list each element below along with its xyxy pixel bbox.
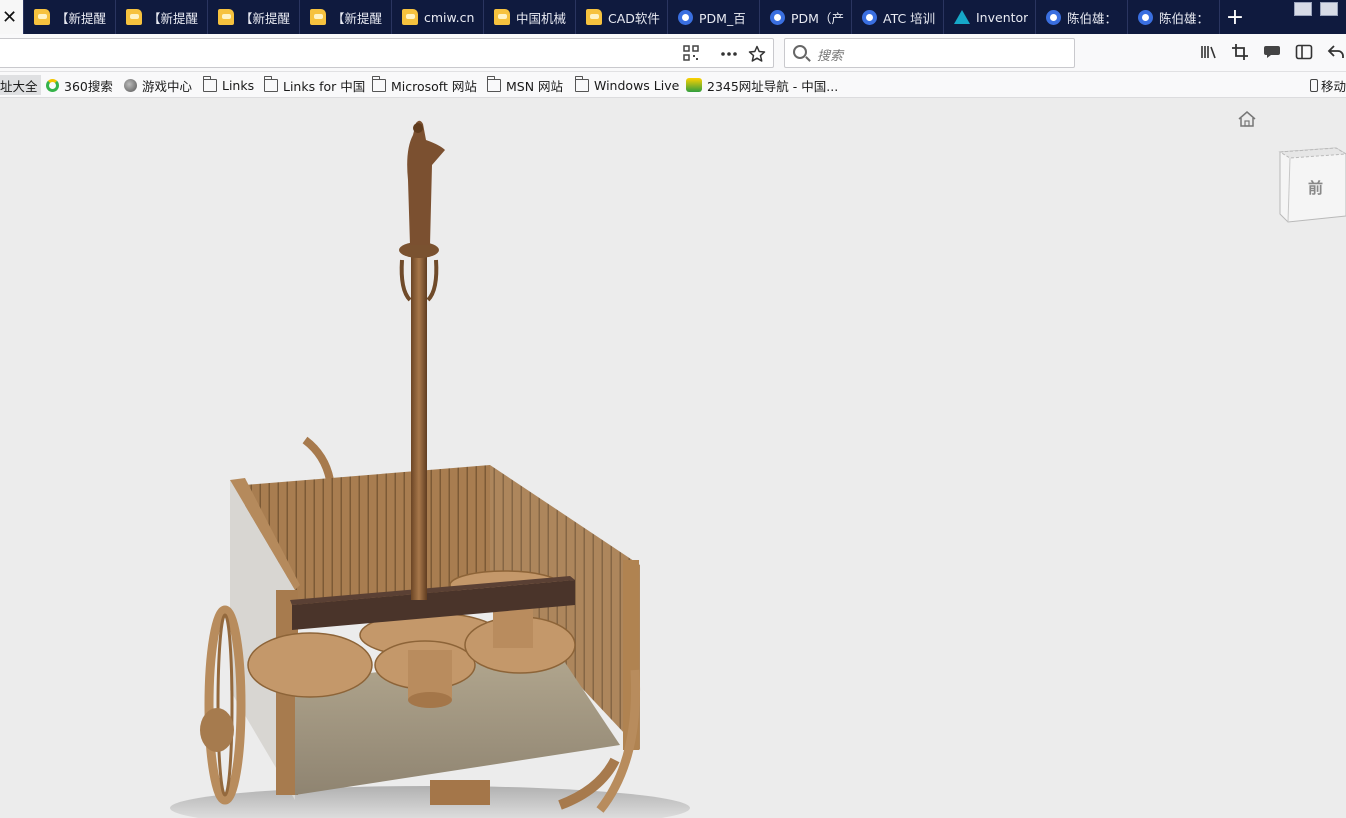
viewcube-face-label: 前 [1308,179,1323,197]
folder-icon [202,75,217,92]
bookmark-item[interactable]: MSN 网站 [486,75,564,95]
close-icon[interactable]: ✕ [2,7,17,28]
view-cube[interactable]: 前 [1276,146,1346,230]
browser-tab[interactable]: PDM（产 [760,0,852,34]
bookmark-label: 360搜索 [64,78,113,94]
bookmark-label: 址大全 [0,78,38,94]
tab-title: cmiw.cn [424,9,475,25]
bookmark-item[interactable]: 游戏中心 [124,75,192,95]
browser-tab[interactable]: 陈伯雄： [1128,0,1220,34]
tab-strip: ✕ 【新提醒 【新提醒 【新提醒 【新提醒 cmiw.cn 中国机械 CAD软件 PDM_百 P… [0,0,1346,34]
mobile-bookmarks-label: 移动 [1321,78,1346,94]
folder-icon [494,9,510,25]
bookmark-item[interactable]: 址大全 [0,75,41,95]
address-bar[interactable] [0,38,774,68]
baidu-paw-icon [1046,9,1061,25]
baidu-paw-icon [862,9,877,25]
tab-title: 【新提醒 [332,10,383,26]
360-icon [46,78,59,92]
folder-icon [34,9,50,25]
navigation-toolbar: 搜索 [0,34,1346,72]
folder-icon [486,75,501,92]
browser-tab[interactable]: 【新提醒 [116,0,208,34]
undo-arrow-icon[interactable] [1325,43,1346,63]
folder-icon [263,75,278,92]
folder-icon [371,75,386,92]
bookmark-label: 游戏中心 [142,78,193,94]
chat-bubble-icon[interactable] [1261,43,1283,63]
bookmarks-toolbar: 址大全 360搜索 游戏中心 Links Links for 中国 Microsoft 网… [0,72,1346,98]
bookmark-label: Links [222,77,255,93]
tab-title: 中国机械 [516,10,567,26]
2345-icon [686,78,702,92]
tab-title: 【新提醒 [240,10,291,26]
browser-tab[interactable]: 【新提醒 [24,0,116,34]
browser-tab[interactable]: Inventor [944,0,1036,34]
search-box[interactable]: 搜索 [784,38,1075,68]
tab-title: 【新提醒 [56,10,107,26]
bookmark-label: 2345网址导航 - 中国... [707,78,839,94]
bookmark-item[interactable]: Links [202,75,255,95]
bookmark-item[interactable]: Windows Live [574,75,680,95]
autodesk-icon [954,10,970,24]
tab-title: 陈伯雄： [1067,10,1118,26]
tab-title: CAD软件 [608,10,660,26]
model-viewer-canvas[interactable]: 前 [0,105,1346,818]
tab-active[interactable]: ✕ [0,0,24,34]
browser-tab[interactable]: 中国机械 [484,0,576,34]
browser-tab[interactable]: 陈伯雄： [1036,0,1128,34]
bookmark-star-icon[interactable] [747,45,767,65]
bookmark-item[interactable]: Microsoft 网站 [371,75,477,95]
folder-icon [310,9,326,25]
sidebar-toggle-icon[interactable] [1293,43,1315,63]
bookmark-label: Links for 中国 [283,78,366,94]
phone-icon [1310,78,1318,92]
browser-tab[interactable]: PDM_百 [668,0,760,34]
browser-tab[interactable]: 【新提醒 [300,0,392,34]
library-icon[interactable] [1198,43,1220,63]
tab-title: PDM_百 [699,10,746,26]
qr-code-icon[interactable] [681,45,701,65]
south-pointing-chariot-model[interactable] [0,105,1346,818]
tab-title: 陈伯雄： [1159,10,1210,26]
bookmark-label: MSN 网站 [506,78,564,94]
bookmark-item[interactable]: Links for 中国 [263,75,366,95]
baidu-paw-icon [1138,9,1153,25]
search-icon [793,45,807,59]
mobile-bookmarks[interactable]: 移动 [1310,75,1346,95]
baidu-paw-icon [678,9,693,25]
minimize-button[interactable] [1294,2,1312,16]
tab-title: PDM（产 [791,10,844,26]
bookmark-label: Microsoft 网站 [391,78,477,94]
folder-icon [586,9,602,25]
page-actions-icon[interactable] [719,45,739,65]
browser-tab[interactable]: ATC 培训 [852,0,944,34]
bookmark-label: Windows Live [594,77,680,93]
tab-title: ATC 培训 [883,10,936,26]
browser-tab[interactable]: 【新提醒 [208,0,300,34]
browser-tab[interactable]: cmiw.cn [392,0,484,34]
screenshot-crop-icon[interactable] [1229,43,1251,63]
home-view-icon[interactable] [1237,110,1257,132]
tab-title: Inventor [976,9,1029,25]
tab-title: 【新提醒 [148,10,199,26]
folder-icon [218,9,234,25]
folder-icon [126,9,142,25]
bookmark-item[interactable]: 2345网址导航 - 中国... [686,75,838,95]
folder-icon [574,75,589,92]
search-input[interactable]: 搜索 [817,45,843,64]
restore-button[interactable] [1320,2,1338,16]
folder-icon [402,9,418,25]
new-tab-button[interactable]: + [1220,0,1250,34]
browser-tab[interactable]: CAD软件 [576,0,668,34]
globe-icon [124,78,137,92]
bookmark-item[interactable]: 360搜索 [46,75,113,95]
baidu-paw-icon [770,9,785,25]
